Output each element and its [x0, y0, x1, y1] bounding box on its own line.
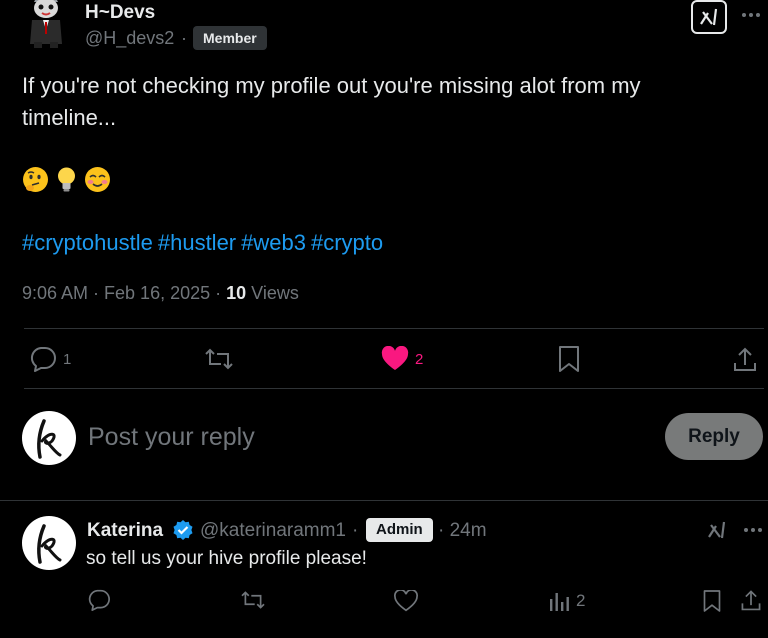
thinking-face-icon	[22, 166, 49, 193]
heart-icon	[381, 346, 409, 372]
post-text: If you're not checking my profile out yo…	[22, 73, 641, 130]
author-handle[interactable]: @H_devs2	[85, 28, 174, 49]
my-avatar[interactable]	[22, 411, 76, 465]
handle-separator: ·	[181, 28, 187, 48]
smiling-face-icon	[84, 166, 111, 193]
views-label: Views	[246, 283, 299, 303]
comment-share-action[interactable]	[740, 588, 762, 612]
repost-icon	[240, 589, 266, 611]
bookmark-icon	[557, 345, 581, 373]
member-badge: Member	[193, 26, 267, 50]
commenter-avatar[interactable]	[22, 516, 76, 570]
repost-icon	[204, 346, 234, 372]
more-options-icon[interactable]	[742, 520, 764, 540]
admin-badge: Admin	[366, 518, 433, 542]
post-timestamp[interactable]: 9:06 AM · Feb 16, 2025 · 10 Views	[22, 283, 299, 304]
handle-separator: ·	[352, 520, 359, 541]
comment-time[interactable]: · 24m	[438, 520, 487, 542]
comment-views-action[interactable]: 2	[548, 591, 585, 611]
divider	[0, 500, 768, 501]
hashtag-link[interactable]: #cryptohustle	[22, 230, 153, 255]
share-action[interactable]	[733, 345, 757, 373]
author-name[interactable]: H~Devs	[85, 2, 155, 24]
grok-button[interactable]	[691, 0, 727, 34]
views-count: 10	[226, 283, 247, 303]
comment-repost-action[interactable]	[240, 589, 266, 611]
bookmark-action[interactable]	[557, 345, 581, 373]
commenter-name[interactable]: Katerina	[87, 520, 163, 542]
hashtag-link[interactable]: #crypto	[311, 230, 383, 255]
share-icon	[733, 345, 757, 373]
post-time: 9:06 AM · Feb 16, 2025 ·	[22, 283, 227, 303]
grok-icon[interactable]	[706, 520, 728, 540]
share-icon	[740, 588, 762, 612]
comment-bookmark-action[interactable]	[702, 589, 722, 613]
divider	[24, 388, 764, 389]
views-count: 2	[576, 591, 586, 610]
heart-icon	[394, 590, 418, 612]
comment-reply-action[interactable]	[87, 589, 111, 611]
reply-count: 1	[63, 350, 72, 368]
like-action[interactable]: 2	[381, 346, 423, 372]
author-avatar[interactable]	[24, 0, 68, 50]
repost-action[interactable]	[204, 346, 234, 372]
divider	[24, 328, 764, 329]
verified-icon	[172, 519, 194, 541]
light-bulb-icon	[53, 166, 80, 193]
like-count: 2	[415, 350, 424, 368]
hashtag-link[interactable]: #hustler	[158, 230, 236, 255]
reply-icon	[29, 346, 57, 372]
comment-like-action[interactable]	[394, 590, 418, 612]
commenter-handle[interactable]: @katerinaramm1	[200, 520, 346, 542]
analytics-icon	[548, 591, 570, 611]
reply-action[interactable]: 1	[29, 346, 71, 372]
reply-input[interactable]: Post your reply	[88, 423, 255, 452]
comment-text: so tell us your hive profile please!	[86, 548, 367, 569]
reply-icon	[87, 589, 111, 611]
reply-button[interactable]: Reply	[665, 413, 763, 460]
post-emojis	[22, 166, 111, 193]
bookmark-icon	[702, 589, 722, 613]
more-options-icon[interactable]	[740, 4, 762, 26]
hashtag-link[interactable]: #web3	[241, 230, 306, 255]
grok-icon	[698, 7, 720, 27]
hashtag-list: #cryptohustle #hustler #web3 #crypto	[22, 230, 388, 256]
